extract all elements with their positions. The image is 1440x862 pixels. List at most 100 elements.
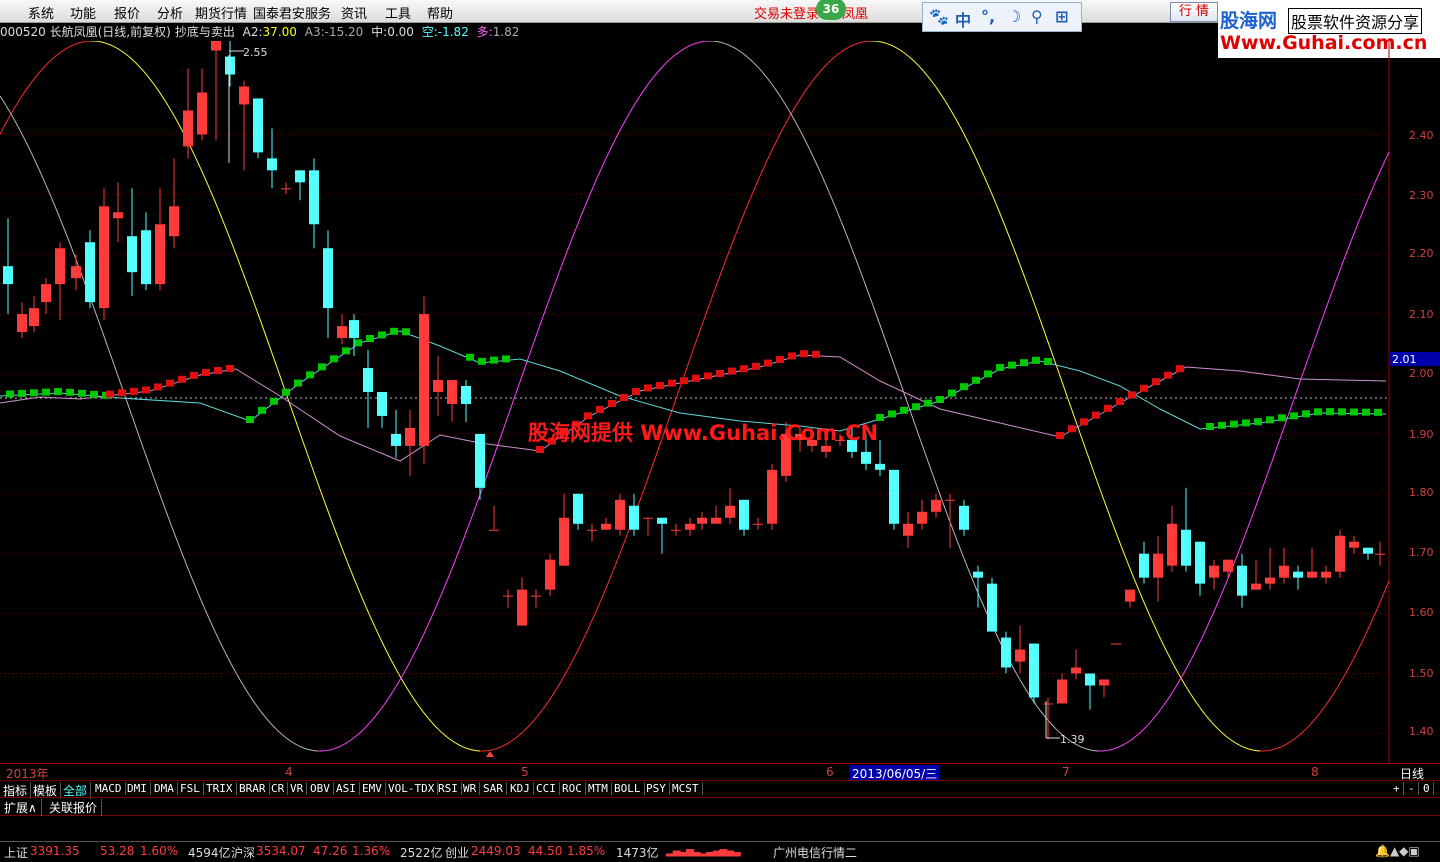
tab-wr[interactable]: WR: [460, 782, 480, 795]
menu-news[interactable]: 资讯: [341, 3, 367, 22]
sine-wave-b: [180, 548, 183, 556]
grid-icon[interactable]: ⊞: [1055, 7, 1068, 26]
cy-index-label[interactable]: 创业: [445, 844, 469, 861]
settings-icon[interactable]: ⚲: [1031, 7, 1043, 26]
sine-wave-b: [804, 138, 807, 144]
tab-vol-tdx[interactable]: VOL-TDX: [385, 782, 438, 795]
sine-wave-b: [720, 42, 723, 43]
tab-emv[interactable]: EMV: [359, 782, 386, 795]
sine-wave-a: [36, 73, 39, 77]
sine-wave-a: [924, 72, 927, 76]
moon-icon[interactable]: ☽: [1007, 7, 1021, 26]
sine-wave-b: [117, 373, 120, 382]
sine-wave-b: [1377, 171, 1380, 178]
menu-quote[interactable]: 报价: [114, 3, 140, 22]
sine-wave-a: [555, 687, 558, 692]
sine-wave-a: [360, 593, 363, 600]
sine-wave-b: [21, 132, 24, 138]
tab-roc[interactable]: ROC: [559, 782, 586, 795]
input-toolbox: 🐾 中 °, ☽ ⚲ ⊞: [922, 2, 1082, 32]
sine-wave-b: [429, 616, 432, 623]
sine-wave-b: [60, 219, 63, 226]
candle-body: [1043, 703, 1053, 704]
tab-obv[interactable]: OBV: [307, 782, 334, 795]
tab-cci[interactable]: CCI: [533, 782, 560, 795]
chinese-mode-icon[interactable]: 中: [955, 7, 971, 31]
menu-analysis[interactable]: 分析: [157, 3, 183, 22]
sine-wave-b: [447, 574, 450, 581]
sine-wave-b: [1278, 436, 1281, 445]
sine-wave-b: [1224, 581, 1227, 588]
tab-dmi[interactable]: DMI: [124, 782, 151, 795]
sine-wave-b: [951, 525, 954, 533]
tab-cr[interactable]: CR: [268, 782, 288, 795]
sine-wave-a: [1365, 629, 1368, 635]
kline-chart[interactable]: 2.55 1.39 2.01: [0, 41, 1440, 763]
quote-button[interactable]: 行 情: [1170, 2, 1218, 22]
tab-macd[interactable]: MACD: [92, 782, 126, 795]
tab-sar[interactable]: SAR: [480, 782, 507, 795]
candle-body: [1223, 560, 1233, 572]
sine-wave-a: [225, 226, 228, 234]
tab-mcst[interactable]: MCST: [669, 782, 703, 795]
menu-futures[interactable]: 期货行情: [195, 3, 247, 22]
sine-wave-b: [279, 732, 282, 735]
sine-wave-a: [1140, 593, 1143, 600]
sine-wave-b: [642, 89, 645, 93]
tab-zero-button[interactable]: 0: [1420, 782, 1434, 795]
band-marker-green: [1338, 408, 1346, 415]
sine-wave-b: [54, 204, 57, 211]
tab-asi[interactable]: ASI: [333, 782, 360, 795]
sine-wave-a: [933, 83, 936, 87]
notification-badge[interactable]: 36: [816, 0, 846, 20]
sine-wave-a: [774, 140, 777, 146]
sine-wave-a: [3, 123, 6, 129]
menu-broker-service[interactable]: 国泰君安服务: [253, 3, 331, 22]
menu-tools[interactable]: 工具: [385, 3, 411, 22]
connection-line[interactable]: 广州电信行情二: [773, 844, 857, 861]
sine-wave-b: [366, 724, 369, 727]
menu-system[interactable]: 系统: [28, 3, 54, 22]
tab-trix[interactable]: TRIX: [203, 782, 237, 795]
tab-brar[interactable]: BRAR: [236, 782, 270, 795]
sine-wave-a: [456, 743, 459, 745]
band-marker-red: [1116, 398, 1124, 405]
sine-wave-b: [738, 50, 741, 52]
sine-wave-a: [1326, 701, 1329, 705]
status-icons[interactable]: 🔔▲◆▣: [1375, 844, 1420, 858]
tab-vr[interactable]: VR: [287, 782, 307, 795]
punctuation-icon[interactable]: °,: [981, 7, 995, 26]
sine-wave-a: [246, 281, 249, 289]
watermark-text: 股海网提供 Www.Guhai.Com.CN: [528, 417, 878, 447]
related-quote-button[interactable]: 关联报价: [45, 799, 102, 816]
sine-wave-b: [501, 427, 504, 436]
expand-button[interactable]: 扩展∧: [0, 799, 42, 816]
sine-wave-b: [1200, 636, 1203, 642]
sine-wave-a: [1374, 609, 1377, 616]
tab-dma[interactable]: DMA: [151, 782, 178, 795]
tab-fsl[interactable]: FSL: [177, 782, 204, 795]
menu-function[interactable]: 功能: [70, 3, 96, 22]
tab-kdj[interactable]: KDJ: [507, 782, 534, 795]
sine-wave-b: [813, 156, 816, 162]
tab-psy[interactable]: PSY: [643, 782, 670, 795]
sine-wave-a: [327, 508, 330, 516]
tab-plus-button[interactable]: +: [1390, 782, 1404, 795]
sine-wave-a: [690, 350, 693, 359]
menu-help[interactable]: 帮助: [427, 3, 453, 22]
sine-wave-a: [276, 365, 279, 374]
tab-minus-button[interactable]: -: [1405, 782, 1419, 795]
sine-wave-b: [210, 621, 213, 628]
sh-index-label[interactable]: 上证: [4, 844, 28, 861]
indicator-name[interactable]: 抄底与卖出: [175, 25, 235, 39]
sine-wave-b: [936, 484, 939, 492]
sz-index-label[interactable]: 沪深: [231, 844, 255, 861]
tab-rsi[interactable]: RSI: [435, 782, 462, 795]
y-tick: 2.10: [1409, 308, 1434, 321]
login-status[interactable]: 交易未登录: [754, 3, 819, 22]
tab-boll[interactable]: BOLL: [611, 782, 645, 795]
sine-wave-b: [387, 696, 390, 700]
duo-label: 多:: [477, 25, 493, 39]
paw-icon[interactable]: 🐾: [929, 7, 949, 26]
tab-mtm[interactable]: MTM: [585, 782, 612, 795]
